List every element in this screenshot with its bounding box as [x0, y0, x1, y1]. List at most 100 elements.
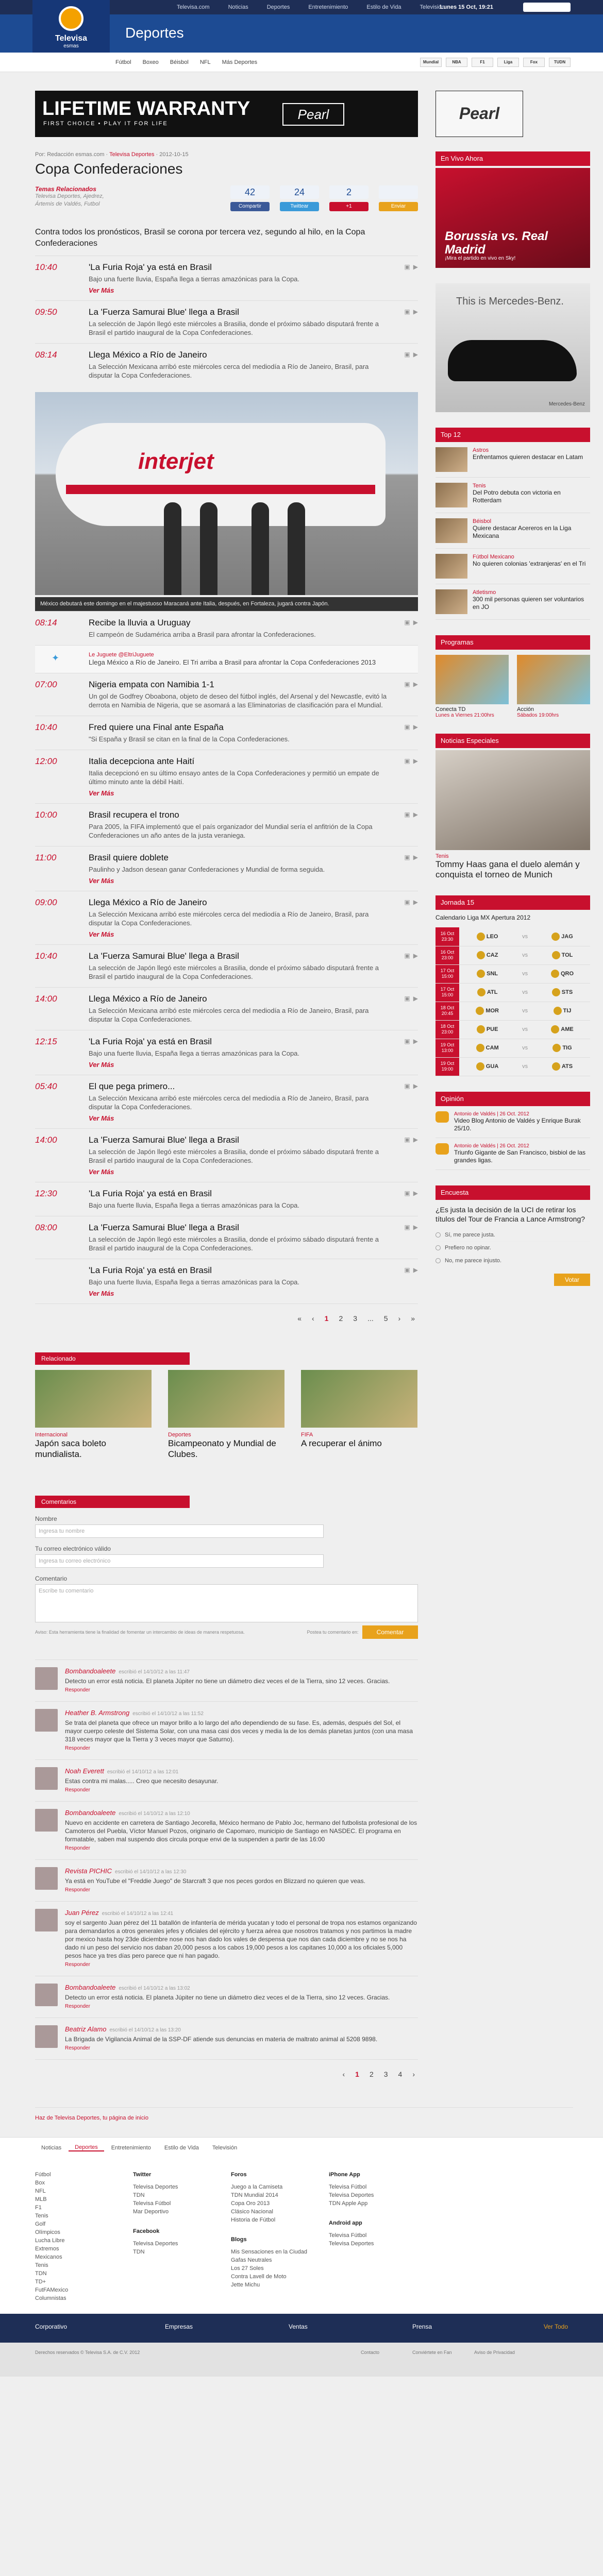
footer-link[interactable]: Tenis [35, 2261, 112, 2269]
footer-link[interactable]: F1 [35, 2204, 112, 2212]
news-item[interactable]: 12:00 Italia decepciona ante Haití Italia … [35, 750, 418, 803]
share-button[interactable]: Enviar [379, 202, 418, 211]
banner-ad[interactable]: LIFETIME WARRANTY FIRST CHOICE • PLAY IT… [35, 91, 418, 137]
legal-link[interactable]: Conviértete en Fan [412, 2350, 452, 2355]
footer-tab[interactable]: Televisión [206, 2145, 243, 2151]
top-item[interactable]: Béisbol Quiere destacar Acereros en la Li… [435, 513, 590, 549]
footer-link[interactable]: TDN [133, 2248, 210, 2256]
bottom-link[interactable]: Empresas [165, 2323, 193, 2330]
opinion-item[interactable]: Antonio de Valdés | 26 Oct. 2012 Triunfo … [435, 1138, 590, 1170]
match-row[interactable]: 19 Oct 13:00 CAM vs TIG [435, 1039, 590, 1058]
footer-link[interactable]: Golf [35, 2220, 112, 2228]
footer-link[interactable]: Gafas Neutrales [231, 2256, 308, 2264]
news-item[interactable]: 10:40 Fred quiere una Final ante España "S… [35, 716, 418, 750]
share-button[interactable]: Compartir [230, 202, 270, 211]
footer-link[interactable]: Mexicanos [35, 2253, 112, 2261]
related-image[interactable] [168, 1370, 284, 1428]
comment-author[interactable]: Bombandoaleete [65, 1809, 115, 1817]
top-thumb[interactable] [435, 518, 467, 543]
footer-link[interactable]: TDN [133, 2191, 210, 2199]
news-item[interactable]: 09:50 La 'Fuerza Samurai Blue' llega a Br… [35, 300, 418, 343]
comment-author[interactable]: Bombandoaleete [65, 1667, 115, 1675]
related-title[interactable]: A recuperar el ánimo [301, 1438, 417, 1449]
footer-link[interactable]: Historia de Fútbol [231, 2216, 308, 2224]
top-thumb[interactable] [435, 447, 467, 472]
search-input[interactable] [523, 3, 571, 12]
match-row[interactable]: 16 Oct 23:00 CAZ vs TOL [435, 946, 590, 965]
news-headline[interactable]: La 'Fuerza Samurai Blue' llega a Brasil [89, 1223, 388, 1233]
comment-author[interactable]: Beatriz Alamo [65, 2025, 106, 2033]
radio-icon[interactable] [435, 1258, 441, 1263]
nav-item[interactable]: Béisbol [164, 59, 194, 65]
page-link[interactable]: › [409, 2069, 418, 2079]
poll-option[interactable]: Prefiero no opinar. [435, 1242, 590, 1255]
page-link[interactable]: 5 [381, 1313, 391, 1324]
nav-item[interactable]: Boxeo [137, 59, 164, 65]
match-row[interactable]: 17 Oct 15:00 SNL vs QRO [435, 964, 590, 984]
opinion-title[interactable]: Triunfo Gigante de San Francisco, bisbio… [454, 1149, 590, 1164]
footer-link[interactable]: Box [35, 2179, 112, 2187]
footer-link[interactable]: FutFAMexico [35, 2286, 112, 2294]
footer-link[interactable]: TDN Mundial 2014 [231, 2191, 308, 2199]
tags-list[interactable]: Televisa Deportes, Ajedrez, Ártemis de V… [35, 193, 112, 208]
legal-link[interactable]: Aviso de Privacidad [474, 2350, 515, 2355]
news-item[interactable]: 10:40 'La Furia Roja' ya está en Brasil Ba… [35, 256, 418, 300]
top-item[interactable]: Tenis Del Potro debuta con victoria en Ro… [435, 478, 590, 513]
comment-textarea[interactable]: Escribe tu comentario [35, 1584, 418, 1622]
read-more-link[interactable]: Ver Más [89, 286, 388, 294]
opinion-item[interactable]: Antonio de Valdés | 26 Oct. 2012 Video Bl… [435, 1106, 590, 1138]
footer-link[interactable]: Televisa Deportes [329, 2240, 406, 2248]
news-item[interactable]: 14:00 Llega México a Río de Janeiro La Sel… [35, 987, 418, 1030]
page-link[interactable]: ‹ [309, 1313, 317, 1324]
news-item[interactable]: 08:14 Recibe la lluvia a Uruguay El campeó… [35, 611, 418, 645]
avatar[interactable] [35, 1909, 58, 1931]
page-link[interactable]: 2 [366, 2069, 377, 2079]
news-item[interactable]: 14:00 La 'Fuerza Samurai Blue' llega a Br… [35, 1128, 418, 1182]
footer-link[interactable]: Televisa Deportes [133, 2183, 210, 2191]
top-item[interactable]: Atletismo 300 mil personas quieren ser vo… [435, 584, 590, 620]
related-card[interactable]: FIFA A recuperar el ánimo [301, 1370, 417, 1460]
page-link[interactable]: » [408, 1313, 418, 1324]
footer-link[interactable]: Tenis [35, 2212, 112, 2220]
legal-link[interactable]: Contacto [361, 2350, 379, 2355]
program-card[interactable]: Conecta TD Lunes a Viernes 21:00hrs [435, 655, 509, 718]
brand-logo[interactable]: NBA [446, 58, 467, 67]
top-link[interactable]: Deportes [258, 0, 299, 10]
top-title[interactable]: Enfrentamos quieren destacar en Latam [473, 453, 583, 461]
poll-option[interactable]: No, me parece injusto. [435, 1255, 590, 1267]
footer-link[interactable]: Televisa Deportes [329, 2191, 406, 2199]
read-more-link[interactable]: Ver Más [89, 789, 388, 797]
footer-link[interactable]: TDN [35, 2269, 112, 2278]
top-link[interactable]: Noticias [219, 0, 258, 10]
top-title[interactable]: No quieren colonias 'extranjeras' en el … [473, 560, 585, 568]
tweet-author[interactable]: Le Juguete @EltriJuguete [89, 652, 418, 658]
news-headline[interactable]: La 'Fuerza Samurai Blue' llega a Brasil [89, 1135, 388, 1145]
comment-author[interactable]: Bombandoaleete [65, 1984, 115, 1991]
footer-link[interactable]: Clásico Nacional [231, 2208, 308, 2216]
news-headline[interactable]: 'La Furia Roja' ya está en Brasil [89, 1037, 388, 1047]
related-title[interactable]: Bicampeonato y Mundial de Clubes. [168, 1438, 284, 1460]
avatar[interactable] [35, 1867, 58, 1890]
page-link[interactable]: ‹ [339, 2069, 348, 2079]
breadcrumb-section[interactable]: Televisa Deportes [109, 151, 154, 158]
page-link[interactable]: › [395, 1313, 404, 1324]
vote-button[interactable]: Votar [554, 1273, 590, 1286]
avatar[interactable] [35, 2025, 58, 2048]
news-item[interactable]: 08:00 La 'Fuerza Samurai Blue' llega a Br… [35, 1216, 418, 1259]
radio-icon[interactable] [435, 1245, 441, 1250]
news-headline[interactable]: La 'Fuerza Samurai Blue' llega a Brasil [89, 951, 388, 961]
page-link[interactable]: 2 [336, 1313, 346, 1324]
footer-link[interactable]: Mis Sensaciones en la Ciudad [231, 2248, 308, 2256]
program-image[interactable] [435, 655, 509, 704]
reply-link[interactable]: Responder [65, 2045, 377, 2051]
news-headline[interactable]: Brasil quiere doblete [89, 853, 388, 863]
program-image[interactable] [517, 655, 590, 704]
top-thumb[interactable] [435, 589, 467, 614]
footer-link[interactable]: Televisa Deportes [133, 2240, 210, 2248]
page-link[interactable]: 3 [350, 1313, 360, 1324]
top-title[interactable]: Del Potro debuta con victoria en Rotterd… [473, 489, 590, 504]
news-item[interactable]: 'La Furia Roja' ya está en Brasil Bajo un… [35, 1259, 418, 1303]
brand-logo[interactable]: TUDN [549, 58, 571, 67]
top-item[interactable]: Astros Enfrentamos quieren destacar en La… [435, 442, 590, 478]
reply-link[interactable]: Responder [65, 1845, 418, 1851]
